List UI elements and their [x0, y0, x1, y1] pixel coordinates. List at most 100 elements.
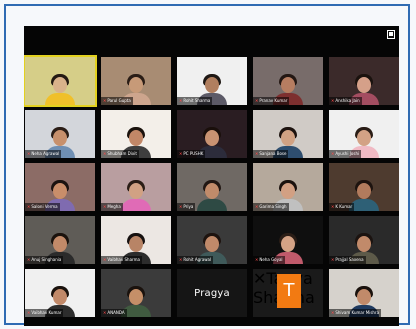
- participant-tile[interactable]: ✕Rohit Agrawal: [177, 216, 247, 264]
- participant-name-label: ✕Priya: [177, 203, 196, 211]
- mic-muted-icon: ✕: [27, 151, 31, 156]
- mic-muted-icon: ✕: [103, 204, 107, 209]
- participant-name-label: ✕Parul Gupta: [101, 97, 133, 105]
- participant-name-label: ✕Neha Agrawal: [25, 150, 62, 158]
- participant-name: Sanjana Bose: [259, 151, 287, 156]
- mic-muted-icon: ✕: [255, 257, 259, 262]
- mic-muted-icon: ✕: [331, 151, 335, 156]
- participant-name: Ayushi Joshi: [335, 151, 360, 156]
- participant-tile[interactable]: ✕Anshika Jain: [329, 57, 399, 105]
- participant-tile[interactable]: ✕ANANDA: [101, 269, 171, 317]
- head-shape: [53, 183, 67, 199]
- participant-tile[interactable]: Pragya: [177, 269, 247, 317]
- participant-name: Shubham Dixit: [107, 151, 137, 156]
- head-shape: [129, 236, 143, 252]
- participant-name: Garima Singh: [259, 204, 287, 209]
- letter-avatar: T: [277, 274, 301, 308]
- participant-tile[interactable]: ✕Neha Goyal: [253, 216, 323, 264]
- participant-tile[interactable]: ✕Rohit Sharma: [177, 57, 247, 105]
- participant-tile[interactable]: ✕Neha Agrawal: [25, 110, 95, 158]
- participant-name-label: ✕Anuj Singhania: [25, 256, 64, 264]
- participant-name-label: ✕Shivam Kumar Mishra: [329, 309, 382, 317]
- participant-name: Saloni Verma: [31, 204, 58, 209]
- participant-tile[interactable]: ✕Parul Gupta: [101, 57, 171, 105]
- participant-name-label: ✕ANANDA: [101, 309, 127, 317]
- mic-muted-icon: ✕: [27, 204, 31, 209]
- video-conference-screen: ✕Parul Gupta ✕Rohit Sharma ✕Pranav Kumar ✕A…: [24, 26, 399, 326]
- head-shape: [205, 77, 219, 93]
- participant-name: PC PUSHK: [183, 151, 204, 156]
- participant-tile[interactable]: [24, 55, 97, 107]
- mic-muted-icon: ✕: [103, 310, 107, 315]
- participant-name-label: ✕Vaibhav Sharma: [101, 256, 142, 264]
- participant-tile[interactable]: ✕Ayushi Joshi: [329, 110, 399, 158]
- head-shape: [205, 236, 219, 252]
- mic-muted-icon: ✕: [331, 98, 335, 103]
- mic-muted-icon: ✕: [179, 151, 183, 156]
- mic-muted-icon: ✕: [27, 310, 31, 315]
- participant-name: K Kumar: [335, 204, 353, 209]
- mic-muted-icon: ✕: [253, 269, 267, 288]
- participant-name: Pragya: [194, 287, 230, 299]
- participant-name-label: ✕Megha: [101, 203, 123, 211]
- participant-name: Prajjal Saxena: [335, 257, 364, 262]
- participant-tile[interactable]: ✕Priya: [177, 163, 247, 211]
- participant-grid: ✕Parul Gupta ✕Rohit Sharma ✕Pranav Kumar ✕A…: [24, 55, 399, 326]
- mic-muted-icon: ✕: [179, 204, 183, 209]
- participant-name: Neha Goyal: [259, 257, 283, 262]
- participant-tile[interactable]: ✕Sanjana Bose: [253, 110, 323, 158]
- mic-muted-icon: ✕: [27, 257, 31, 262]
- participant-name-label: ✕Shubham Dixit: [101, 150, 139, 158]
- head-shape: [357, 183, 371, 199]
- participant-tile[interactable]: ✕PC PUSHK: [177, 110, 247, 158]
- participant-name-label: ✕Prajjal Saxena: [329, 256, 366, 264]
- head-shape: [281, 77, 295, 93]
- participant-name: Parul Gupta: [107, 98, 131, 103]
- participant-tile[interactable]: ✕Vaibhav Sharma: [101, 216, 171, 264]
- participant-tile[interactable]: ✕Anuj Singhania: [25, 216, 95, 264]
- mic-muted-icon: ✕: [179, 257, 183, 262]
- head-shape: [129, 183, 143, 199]
- participant-name: Shivam Kumar Mishra: [335, 310, 380, 315]
- mic-muted-icon: ✕: [179, 98, 183, 103]
- head-shape: [53, 236, 67, 252]
- participant-tile[interactable]: T✕Tanya Sharma: [253, 269, 323, 317]
- mic-muted-icon: ✕: [331, 257, 335, 262]
- participant-tile[interactable]: ✕Pranav Kumar: [253, 57, 323, 105]
- participant-name: Vaibhav Sharma: [107, 257, 140, 262]
- participant-tile[interactable]: ✕Prajjal Saxena: [329, 216, 399, 264]
- avatar-icon: [41, 73, 79, 105]
- mic-muted-icon: ✕: [331, 204, 335, 209]
- participant-tile[interactable]: ✕Megha: [101, 163, 171, 211]
- mic-muted-icon: ✕: [331, 310, 335, 315]
- mic-muted-icon: ✕: [103, 151, 107, 156]
- participant-tile[interactable]: ✕Shubham Dixit: [101, 110, 171, 158]
- participant-name-label: ✕Sanjana Bose: [253, 150, 289, 158]
- participant-tile[interactable]: ✕K Kumar: [329, 163, 399, 211]
- participant-name: Priya: [183, 204, 194, 209]
- participant-name-label: ✕Pranav Kumar: [253, 97, 290, 105]
- head-shape: [357, 77, 371, 93]
- head-shape: [357, 236, 371, 252]
- fullscreen-icon[interactable]: [387, 30, 395, 39]
- participant-tile[interactable]: ✕Saloni Verma: [25, 163, 95, 211]
- participant-name: Megha: [107, 204, 121, 209]
- head-shape: [129, 77, 143, 93]
- participant-name: Vaibhav Kumar: [31, 310, 62, 315]
- participant-tile[interactable]: ✕Vaibhav Kumar: [25, 269, 95, 317]
- head-shape: [357, 130, 371, 146]
- participant-name-label: ✕Rohit Agrawal: [177, 256, 214, 264]
- head-shape: [281, 236, 295, 252]
- participant-tile[interactable]: ✕Shivam Kumar Mishra: [329, 269, 399, 317]
- body-shape: [121, 199, 151, 211]
- participant-name-label: ✕Saloni Verma: [25, 203, 60, 211]
- mic-muted-icon: ✕: [255, 98, 259, 103]
- mic-muted-icon: ✕: [103, 257, 107, 262]
- head-shape: [129, 130, 143, 146]
- head-shape: [205, 130, 219, 146]
- participant-name: Rohit Sharma: [183, 98, 211, 103]
- participant-tile[interactable]: ✕Garima Singh: [253, 163, 323, 211]
- mic-muted-icon: ✕: [255, 204, 259, 209]
- participant-name: Pranav Kumar: [259, 98, 288, 103]
- avatar-icon: [193, 179, 231, 211]
